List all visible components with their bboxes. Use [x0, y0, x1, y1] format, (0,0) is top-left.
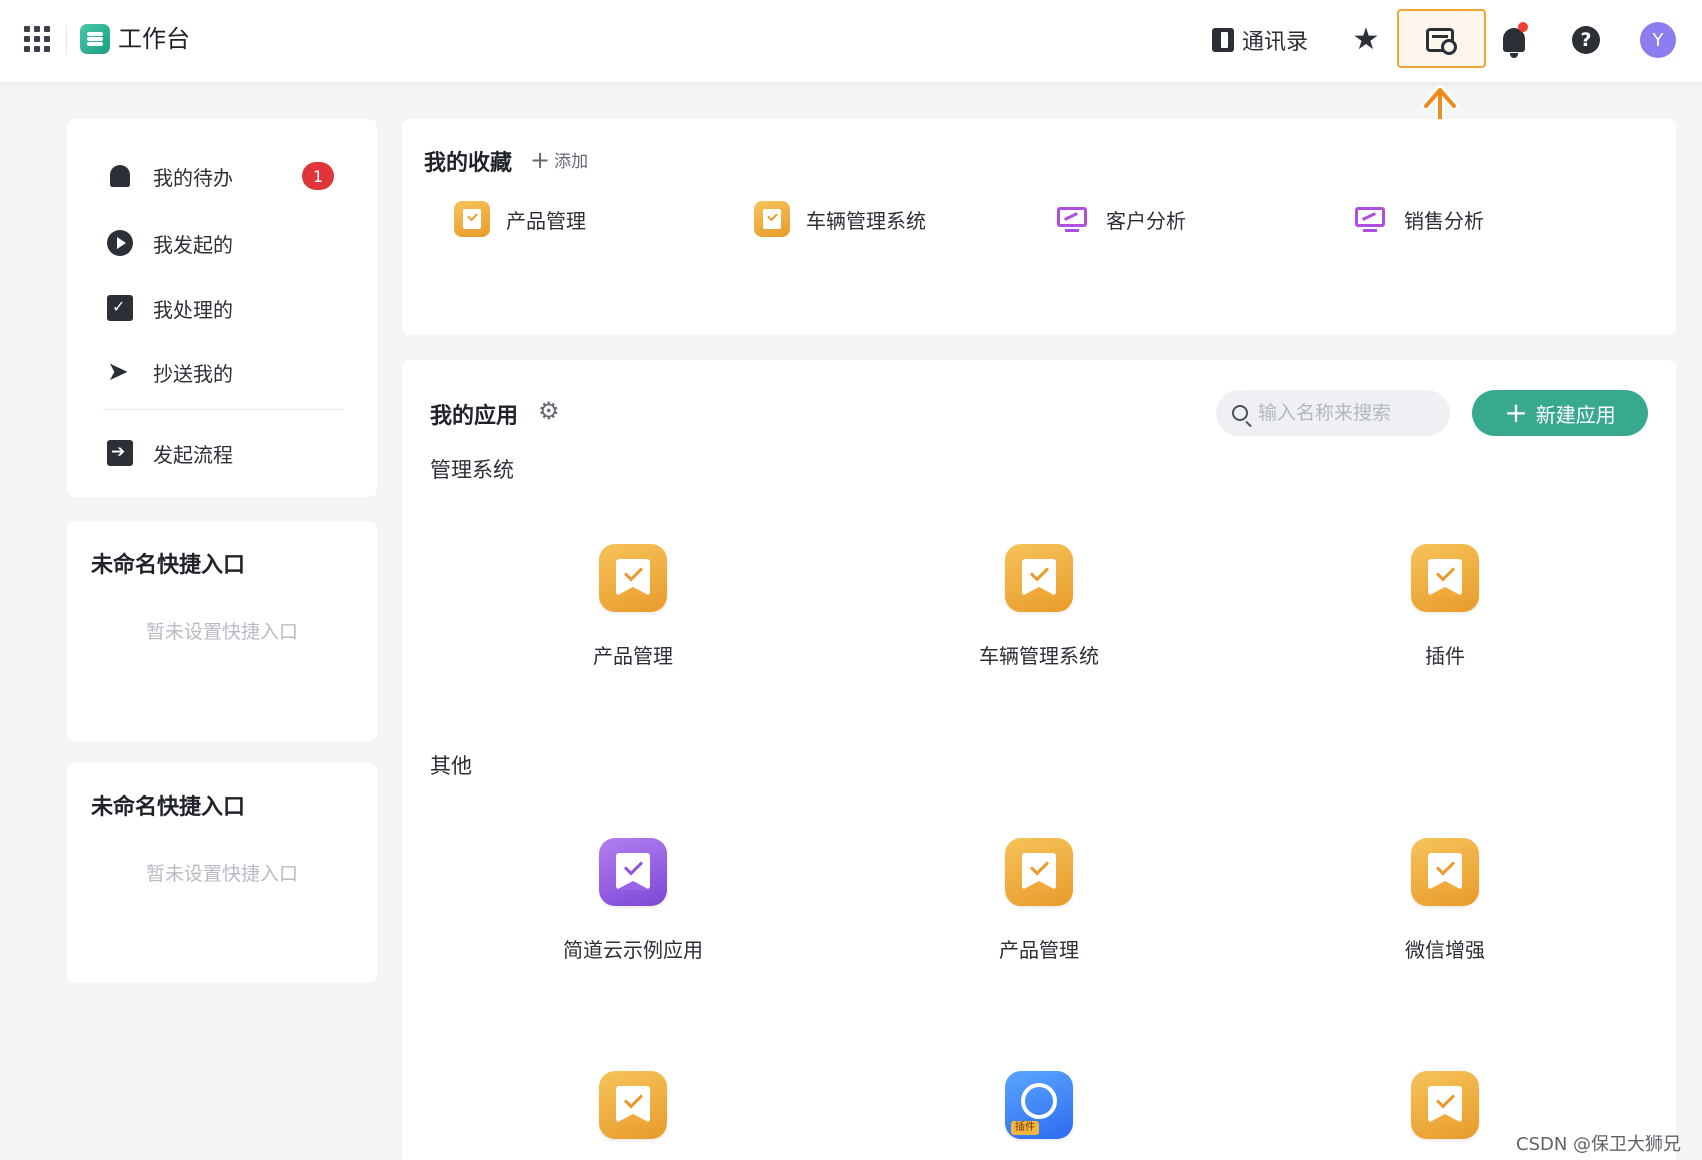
- search-input[interactable]: [1258, 402, 1438, 424]
- app-label: 产品管理: [593, 644, 673, 668]
- app-title: 工作台: [118, 25, 190, 53]
- app-label: 简道云示例应用: [563, 938, 703, 962]
- app-tile[interactable]: [1345, 1071, 1545, 1139]
- form-app-icon: [1411, 544, 1479, 612]
- app-label: 车辆管理系统: [979, 644, 1099, 668]
- form-app-icon: [1005, 838, 1073, 906]
- form-app-icon: [1005, 544, 1073, 612]
- plus-icon: +: [530, 145, 551, 174]
- manage-card-icon[interactable]: [1422, 22, 1458, 58]
- sidebar-item-label: 我处理的: [153, 297, 233, 322]
- avatar[interactable]: Y: [1640, 22, 1676, 58]
- favorite-item-label: 客户分析: [1106, 208, 1186, 233]
- app-group-label: 其他: [430, 754, 472, 778]
- form-app-icon: [1411, 838, 1479, 906]
- notification-dot: [1518, 22, 1528, 32]
- quick-entry-title[interactable]: 未命名快捷入口: [91, 547, 245, 579]
- plugin-app-icon: 插件: [1005, 1071, 1073, 1139]
- plus-icon: +: [1504, 396, 1528, 429]
- quick-entry-empty-text: 暂未设置快捷入口: [145, 863, 298, 885]
- app-tile[interactable]: [533, 1071, 733, 1139]
- sidebar-item-label: 我的待办: [153, 165, 233, 190]
- todo-count-badge: 1: [302, 162, 334, 190]
- favorite-item[interactable]: 销售分析: [1352, 201, 1484, 237]
- apps-grid-icon[interactable]: [24, 26, 50, 52]
- favorite-item[interactable]: 客户分析: [1054, 201, 1186, 237]
- app-tile[interactable]: 插件: [939, 1071, 1139, 1139]
- divider: [66, 26, 67, 54]
- add-favorite-label: 添加: [554, 152, 589, 172]
- app-label: 产品管理: [999, 938, 1079, 962]
- quick-entry-card: 未命名快捷入口 暂未设置快捷入口: [67, 521, 377, 741]
- sidebar-item-cc[interactable]: ➤ 抄送我的: [107, 355, 233, 389]
- app-tile[interactable]: 微信增强: [1345, 838, 1545, 963]
- app-tile[interactable]: 插件: [1345, 544, 1545, 669]
- play-circle-icon: [107, 230, 133, 256]
- favorites-title: 我的收藏: [424, 151, 513, 176]
- new-app-button[interactable]: + 新建应用: [1472, 390, 1648, 436]
- watermark: CSDN @保卫大狮兄: [1516, 1134, 1682, 1155]
- top-bar: 工作台 通讯录 ★ ? Y: [0, 0, 1702, 82]
- form-app-icon: [1411, 1071, 1479, 1139]
- favorite-item-label: 产品管理: [506, 208, 586, 233]
- contacts-button[interactable]: 通讯录: [1212, 24, 1308, 56]
- form-app-icon: [599, 544, 667, 612]
- app-group-label: 管理系统: [430, 458, 514, 482]
- contacts-book-icon: [1212, 28, 1234, 52]
- form-app-icon: [599, 1071, 667, 1139]
- star-icon[interactable]: ★: [1348, 22, 1384, 58]
- form-app-icon: [754, 201, 790, 237]
- my-apps-title: 我的应用: [430, 404, 519, 429]
- app-tile[interactable]: 产品管理: [939, 838, 1139, 963]
- sidebar-item-start-flow[interactable]: 发起流程: [107, 436, 233, 470]
- sidebar-item-label: 抄送我的: [153, 361, 233, 386]
- start-flow-icon: [107, 440, 133, 466]
- send-icon: ➤: [107, 357, 129, 387]
- gear-icon[interactable]: ⚙: [538, 398, 560, 424]
- form-app-icon: [454, 201, 490, 237]
- app-tile[interactable]: 简道云示例应用: [533, 838, 733, 963]
- app-tile[interactable]: 产品管理: [533, 544, 733, 669]
- check-box-icon: [107, 295, 133, 321]
- quick-entry-card: 未命名快捷入口 暂未设置快捷入口: [67, 763, 377, 983]
- sidebar-item-label: 发起流程: [153, 442, 233, 467]
- form-app-icon: [599, 838, 667, 906]
- sidebar-item-todo[interactable]: 我的待办: [107, 159, 233, 193]
- quick-entry-empty-text: 暂未设置快捷入口: [145, 621, 298, 643]
- favorite-item[interactable]: 车辆管理系统: [754, 201, 926, 237]
- new-app-label: 新建应用: [1535, 402, 1616, 427]
- my-apps-card: 我的应用 ⚙ + 新建应用 管理系统 产品管理 车辆管理系统 插件 其他 简道云…: [402, 360, 1676, 1160]
- sidebar-menu: 我的待办 1 我发起的 我处理的 ➤ 抄送我的 发起流程: [67, 119, 377, 497]
- divider: [103, 409, 343, 410]
- favorite-item-label: 车辆管理系统: [806, 208, 926, 233]
- favorite-item-label: 销售分析: [1404, 208, 1484, 233]
- dashboard-icon: [1352, 201, 1388, 237]
- app-label: 插件: [1425, 644, 1465, 668]
- search-icon: [1232, 405, 1248, 421]
- contacts-label: 通讯录: [1242, 30, 1309, 55]
- bell-icon: [110, 165, 130, 187]
- sidebar-item-handled[interactable]: 我处理的: [107, 291, 233, 325]
- app-tile[interactable]: 车辆管理系统: [939, 544, 1139, 669]
- plugin-tag: 插件: [1011, 1121, 1039, 1135]
- app-label: 微信增强: [1405, 938, 1485, 962]
- favorite-item[interactable]: 产品管理: [454, 201, 586, 237]
- sidebar-item-initiated[interactable]: 我发起的: [107, 226, 233, 260]
- app-search-box[interactable]: [1216, 390, 1450, 436]
- workbench-logo-icon: [80, 24, 110, 54]
- quick-entry-title[interactable]: 未命名快捷入口: [91, 789, 245, 821]
- dashboard-icon: [1054, 201, 1090, 237]
- favorites-card: 我的收藏 + 添加 产品管理 车辆管理系统 客户分析 销售分析: [402, 119, 1676, 335]
- help-icon[interactable]: ?: [1568, 22, 1604, 58]
- add-favorite-button[interactable]: + 添加: [530, 145, 589, 174]
- sidebar-item-label: 我发起的: [153, 232, 233, 257]
